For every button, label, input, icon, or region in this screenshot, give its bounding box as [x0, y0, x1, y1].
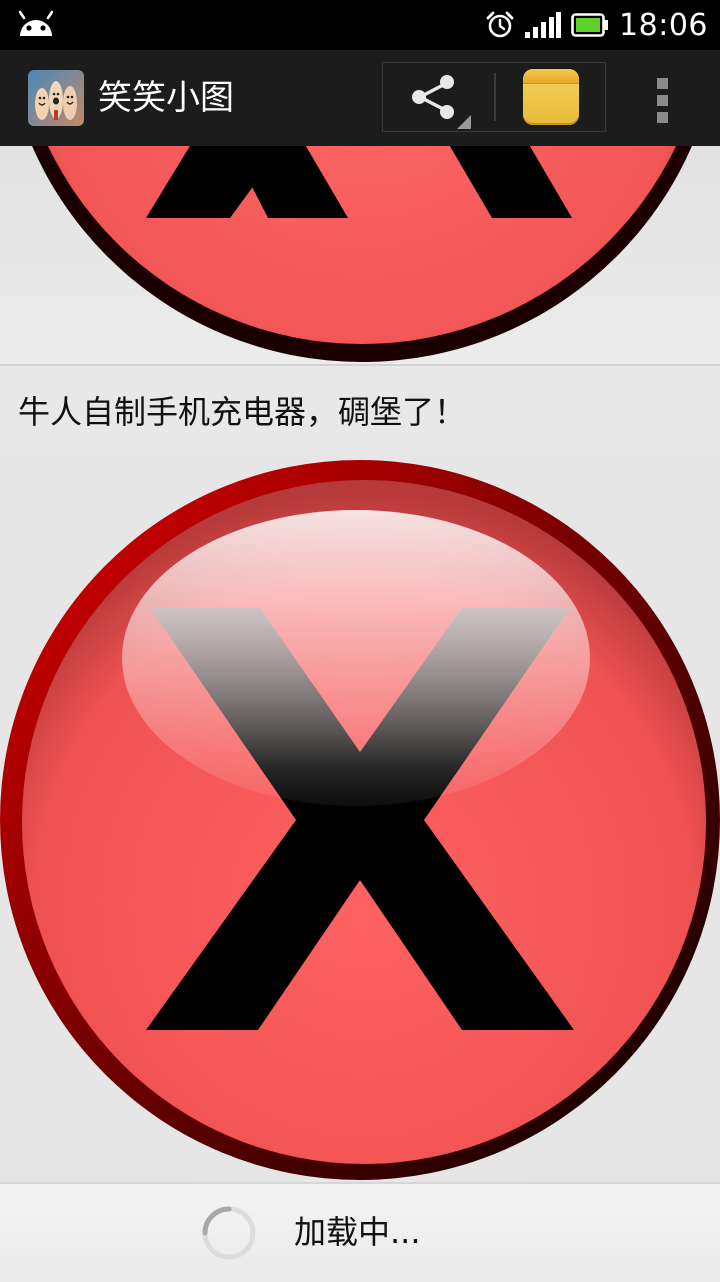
note-button[interactable] — [497, 63, 605, 131]
action-bar: 笑笑小图 — [0, 50, 720, 147]
android-icon — [18, 10, 54, 36]
status-time: 18:06 — [619, 7, 708, 43]
action-divider — [494, 73, 496, 121]
action-group — [382, 62, 606, 132]
battery-icon — [571, 13, 609, 37]
broken-image-x-icon — [0, 460, 720, 1180]
app-title: 笑笑小图 — [98, 78, 234, 118]
loading-footer: 加载中... — [0, 1182, 720, 1282]
post-title[interactable]: 牛人自制手机充电器，碉堡了！ — [18, 390, 466, 434]
status-bar: 18:06 — [0, 0, 720, 50]
share-icon — [412, 75, 471, 129]
loading-text: 加载中... — [294, 1213, 421, 1251]
broken-image-x-icon — [32, 146, 692, 362]
note-icon — [523, 69, 579, 125]
share-button[interactable] — [383, 63, 493, 131]
feed-divider — [0, 364, 720, 366]
app-logo-icon — [28, 70, 84, 126]
feed-list[interactable]: 牛人自制手机充电器，碉堡了！ — [0, 146, 720, 1182]
alarm-icon — [486, 11, 514, 38]
feed-item-image[interactable] — [0, 456, 720, 1182]
app-icon[interactable] — [28, 70, 84, 126]
overflow-menu-icon — [657, 78, 668, 89]
overflow-menu-button[interactable] — [636, 62, 690, 134]
overflow-dot — [657, 112, 668, 123]
signal-icon — [525, 12, 562, 38]
loading-spinner-icon — [202, 1206, 256, 1260]
feed-item-image[interactable] — [0, 146, 720, 364]
overflow-dot — [657, 95, 668, 106]
